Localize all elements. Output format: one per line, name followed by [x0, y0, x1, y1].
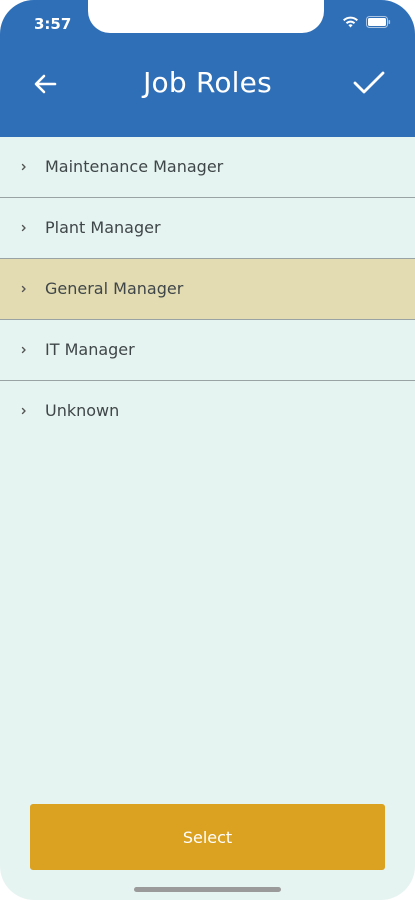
role-item-it-manager[interactable]: IT Manager [0, 320, 415, 381]
device-notch [88, 0, 324, 33]
role-item-maintenance-manager[interactable]: Maintenance Manager [0, 137, 415, 198]
chevron-right-icon [21, 163, 26, 171]
wifi-icon [342, 16, 359, 28]
role-label: Maintenance Manager [45, 157, 224, 176]
chevron-right-icon [21, 224, 26, 232]
role-label: General Manager [45, 279, 184, 298]
role-label: Unknown [45, 401, 120, 420]
chevron-right-icon [21, 285, 26, 293]
role-item-general-manager[interactable]: General Manager [0, 259, 415, 320]
role-item-plant-manager[interactable]: Plant Manager [0, 198, 415, 259]
status-time: 3:57 [34, 15, 72, 33]
role-item-unknown[interactable]: Unknown [0, 381, 415, 441]
battery-icon [366, 16, 391, 28]
confirm-button[interactable] [351, 68, 387, 98]
select-button[interactable]: Select [30, 804, 385, 870]
chevron-right-icon [21, 346, 26, 354]
role-label: Plant Manager [45, 218, 161, 237]
home-indicator [134, 887, 281, 892]
status-icons [342, 16, 391, 28]
checkmark-icon [353, 71, 385, 94]
app-header: 3:57 Job Roles [0, 0, 415, 137]
role-label: IT Manager [45, 340, 135, 359]
phone-screen: 3:57 Job Roles Maintenance Manager Plant… [0, 0, 415, 900]
chevron-right-icon [21, 407, 26, 415]
job-roles-list: Maintenance Manager Plant Manager Genera… [0, 137, 415, 441]
